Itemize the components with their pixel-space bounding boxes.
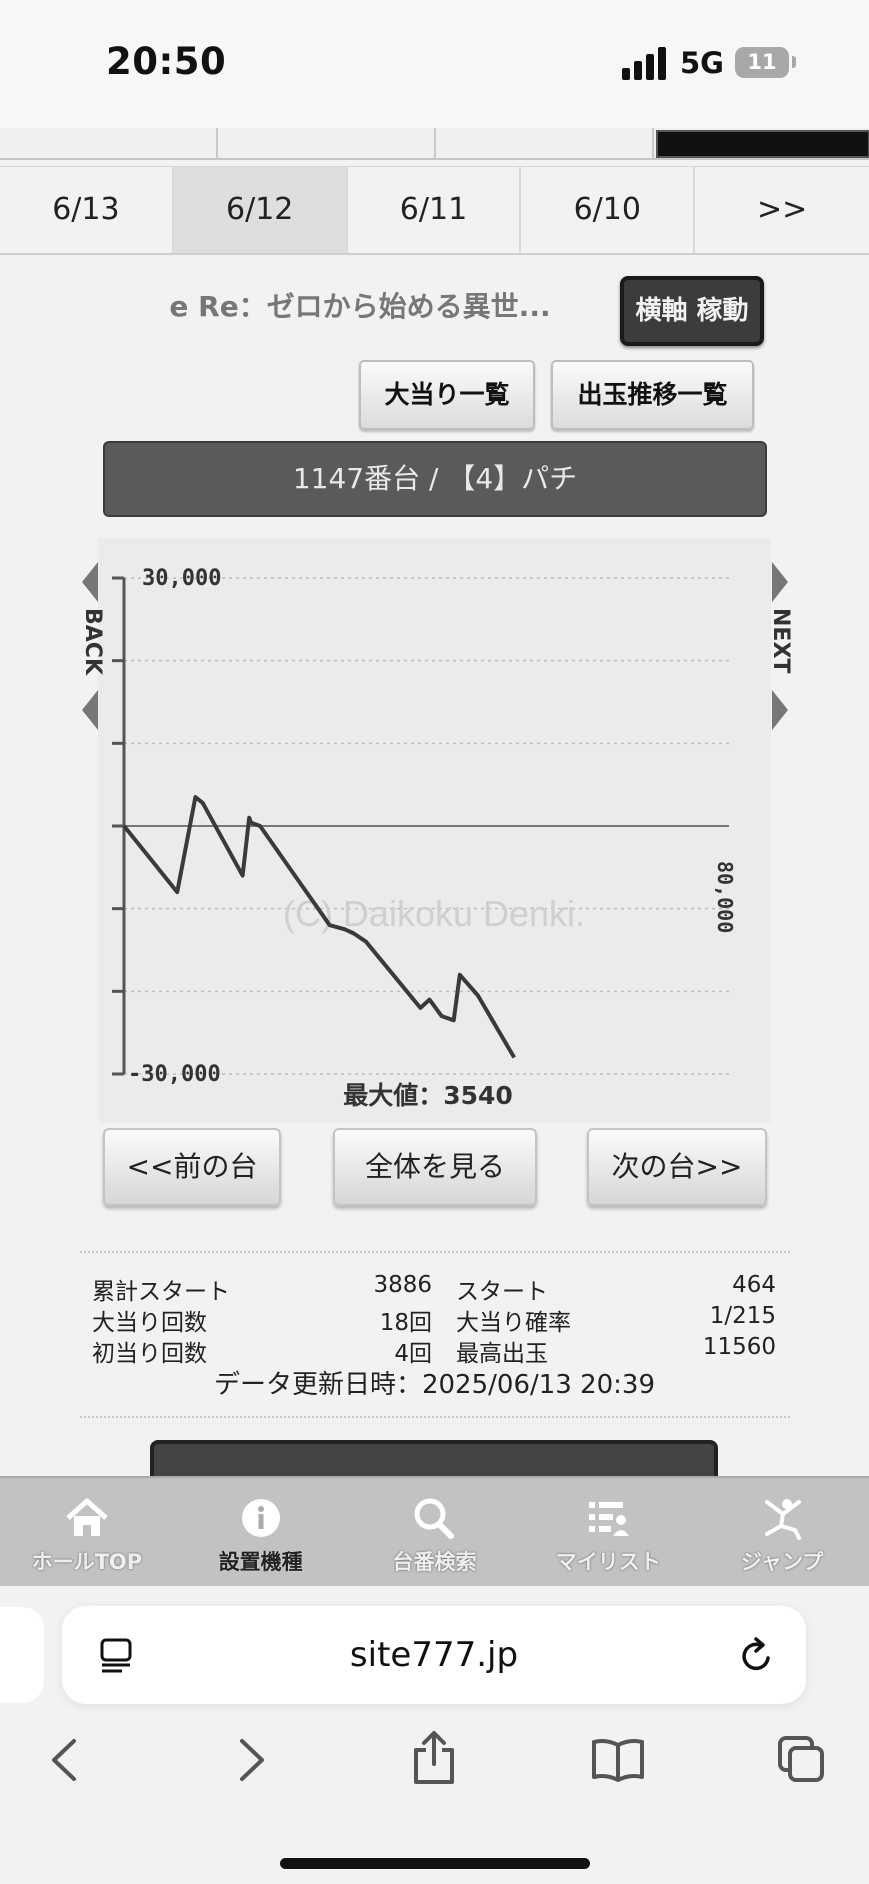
stat-value: 18回	[379, 1310, 432, 1336]
nav-mylist[interactable]: マイリスト	[521, 1478, 695, 1588]
next-button[interactable]: NEXT	[768, 562, 793, 732]
next-machine-button[interactable]: 次の台>>	[587, 1128, 767, 1206]
partial-banner-button[interactable]	[150, 1440, 718, 1480]
jump-icon	[765, 1499, 802, 1540]
next-arrow-icon	[772, 562, 788, 602]
share-icon[interactable]	[410, 1728, 458, 1788]
tabs-icon[interactable]	[776, 1734, 826, 1784]
home-indicator	[280, 1858, 590, 1869]
date-tabs: 6/13 6/12 6/11 6/10 >>	[0, 166, 869, 255]
updated-time: データ更新日時：2025/06/13 20:39	[213, 1370, 656, 1400]
y-top-label: 30,000	[142, 566, 221, 591]
nav-label: 台番検索	[392, 1550, 477, 1574]
forward-nav-icon[interactable]	[234, 1735, 270, 1785]
stat-label: 大当り確率	[456, 1310, 571, 1336]
nav-installed-machines[interactable]: 設置機種	[174, 1478, 348, 1588]
strip-segment[interactable]	[218, 128, 436, 158]
nav-label: 設置機種	[218, 1550, 303, 1574]
tab-more[interactable]: >>	[695, 167, 869, 253]
prev-machine-button[interactable]: <<前の台	[103, 1128, 281, 1206]
home-icon	[66, 1498, 108, 1536]
nav-machine-search[interactable]: 台番検索	[348, 1478, 522, 1588]
back-arrow-icon	[82, 562, 98, 602]
y-bottom-label: -30,000	[128, 1062, 221, 1087]
view-all-button[interactable]: 全体を見る	[333, 1128, 537, 1206]
next-arrow-icon	[772, 690, 788, 730]
stat-label: 累計スタート	[92, 1279, 230, 1305]
previous-tab-peek[interactable]	[0, 1607, 44, 1703]
tab-6-13[interactable]: 6/13	[0, 167, 174, 253]
banner-thumbnail[interactable]	[656, 130, 869, 158]
search-icon	[414, 1498, 455, 1539]
stat-label: 初当り回数	[92, 1341, 207, 1367]
nav-hall-top[interactable]: ホールTOP	[0, 1478, 174, 1588]
machine-bar: 1147番台 / 【4】パチ	[103, 441, 767, 517]
battery-nub	[792, 56, 796, 68]
nav-label: ホールTOP	[31, 1550, 143, 1574]
reload-icon[interactable]	[738, 1636, 776, 1676]
watermark: (C) Daikoku Denki.	[283, 893, 585, 934]
machine-title: e Re：ゼロから始める異世...	[169, 290, 551, 323]
back-nav-icon[interactable]	[46, 1735, 82, 1785]
stat-value: 11560	[702, 1334, 776, 1360]
tab-6-10[interactable]: 6/10	[521, 167, 696, 253]
nav-label: マイリスト	[555, 1550, 661, 1574]
nav-label: ジャンプ	[740, 1550, 824, 1574]
stat-label: 大当り回数	[92, 1310, 207, 1336]
nav-jump[interactable]: ジャンプ	[695, 1478, 869, 1588]
battery-icon: 11	[735, 47, 789, 78]
bookmarks-icon[interactable]	[590, 1737, 646, 1783]
url-text[interactable]: site777.jp	[62, 1606, 806, 1704]
stat-value: 4回	[394, 1341, 432, 1367]
status-time: 20:50	[106, 40, 227, 83]
stat-value: 1/215	[709, 1303, 776, 1329]
max-label: 最大値：3540	[343, 1081, 513, 1110]
network-type: 5G	[680, 46, 724, 80]
stat-label: スタート	[456, 1279, 548, 1305]
payout-chart: (C) Daikoku Denki. 30,000 -30,000 80,000…	[98, 538, 771, 1123]
tab-6-12[interactable]: 6/12	[173, 167, 348, 253]
strip-segment[interactable]	[0, 128, 218, 158]
divider	[80, 1416, 790, 1418]
jackpot-list-button[interactable]: 大当り一覧	[359, 360, 535, 430]
top-strip	[0, 128, 869, 160]
mylist-icon	[589, 1502, 630, 1536]
stat-label: 最高出玉	[456, 1341, 548, 1367]
stat-value: 464	[732, 1272, 776, 1298]
right-label: 80,000	[713, 861, 737, 933]
divider	[80, 1251, 790, 1253]
strip-segment[interactable]	[436, 128, 654, 158]
signal-icon	[622, 46, 668, 80]
back-button[interactable]: BACK	[80, 562, 105, 732]
back-label: BACK	[80, 608, 105, 675]
tab-6-11[interactable]: 6/11	[348, 167, 522, 253]
back-arrow-icon	[82, 690, 98, 730]
info-icon	[241, 1499, 280, 1537]
chart-svg: (C) Daikoku Denki. 30,000 -30,000 80,000…	[112, 566, 737, 1110]
yokojiku-button[interactable]: 横軸 稼動	[620, 276, 764, 346]
payout-list-button[interactable]: 出玉推移一覧	[551, 360, 754, 430]
stat-value: 3886	[373, 1272, 432, 1298]
next-label: NEXT	[768, 608, 793, 674]
bottom-nav: ホールTOP 設置機種 台番検索 マイリスト ジャンプ	[0, 1476, 869, 1588]
